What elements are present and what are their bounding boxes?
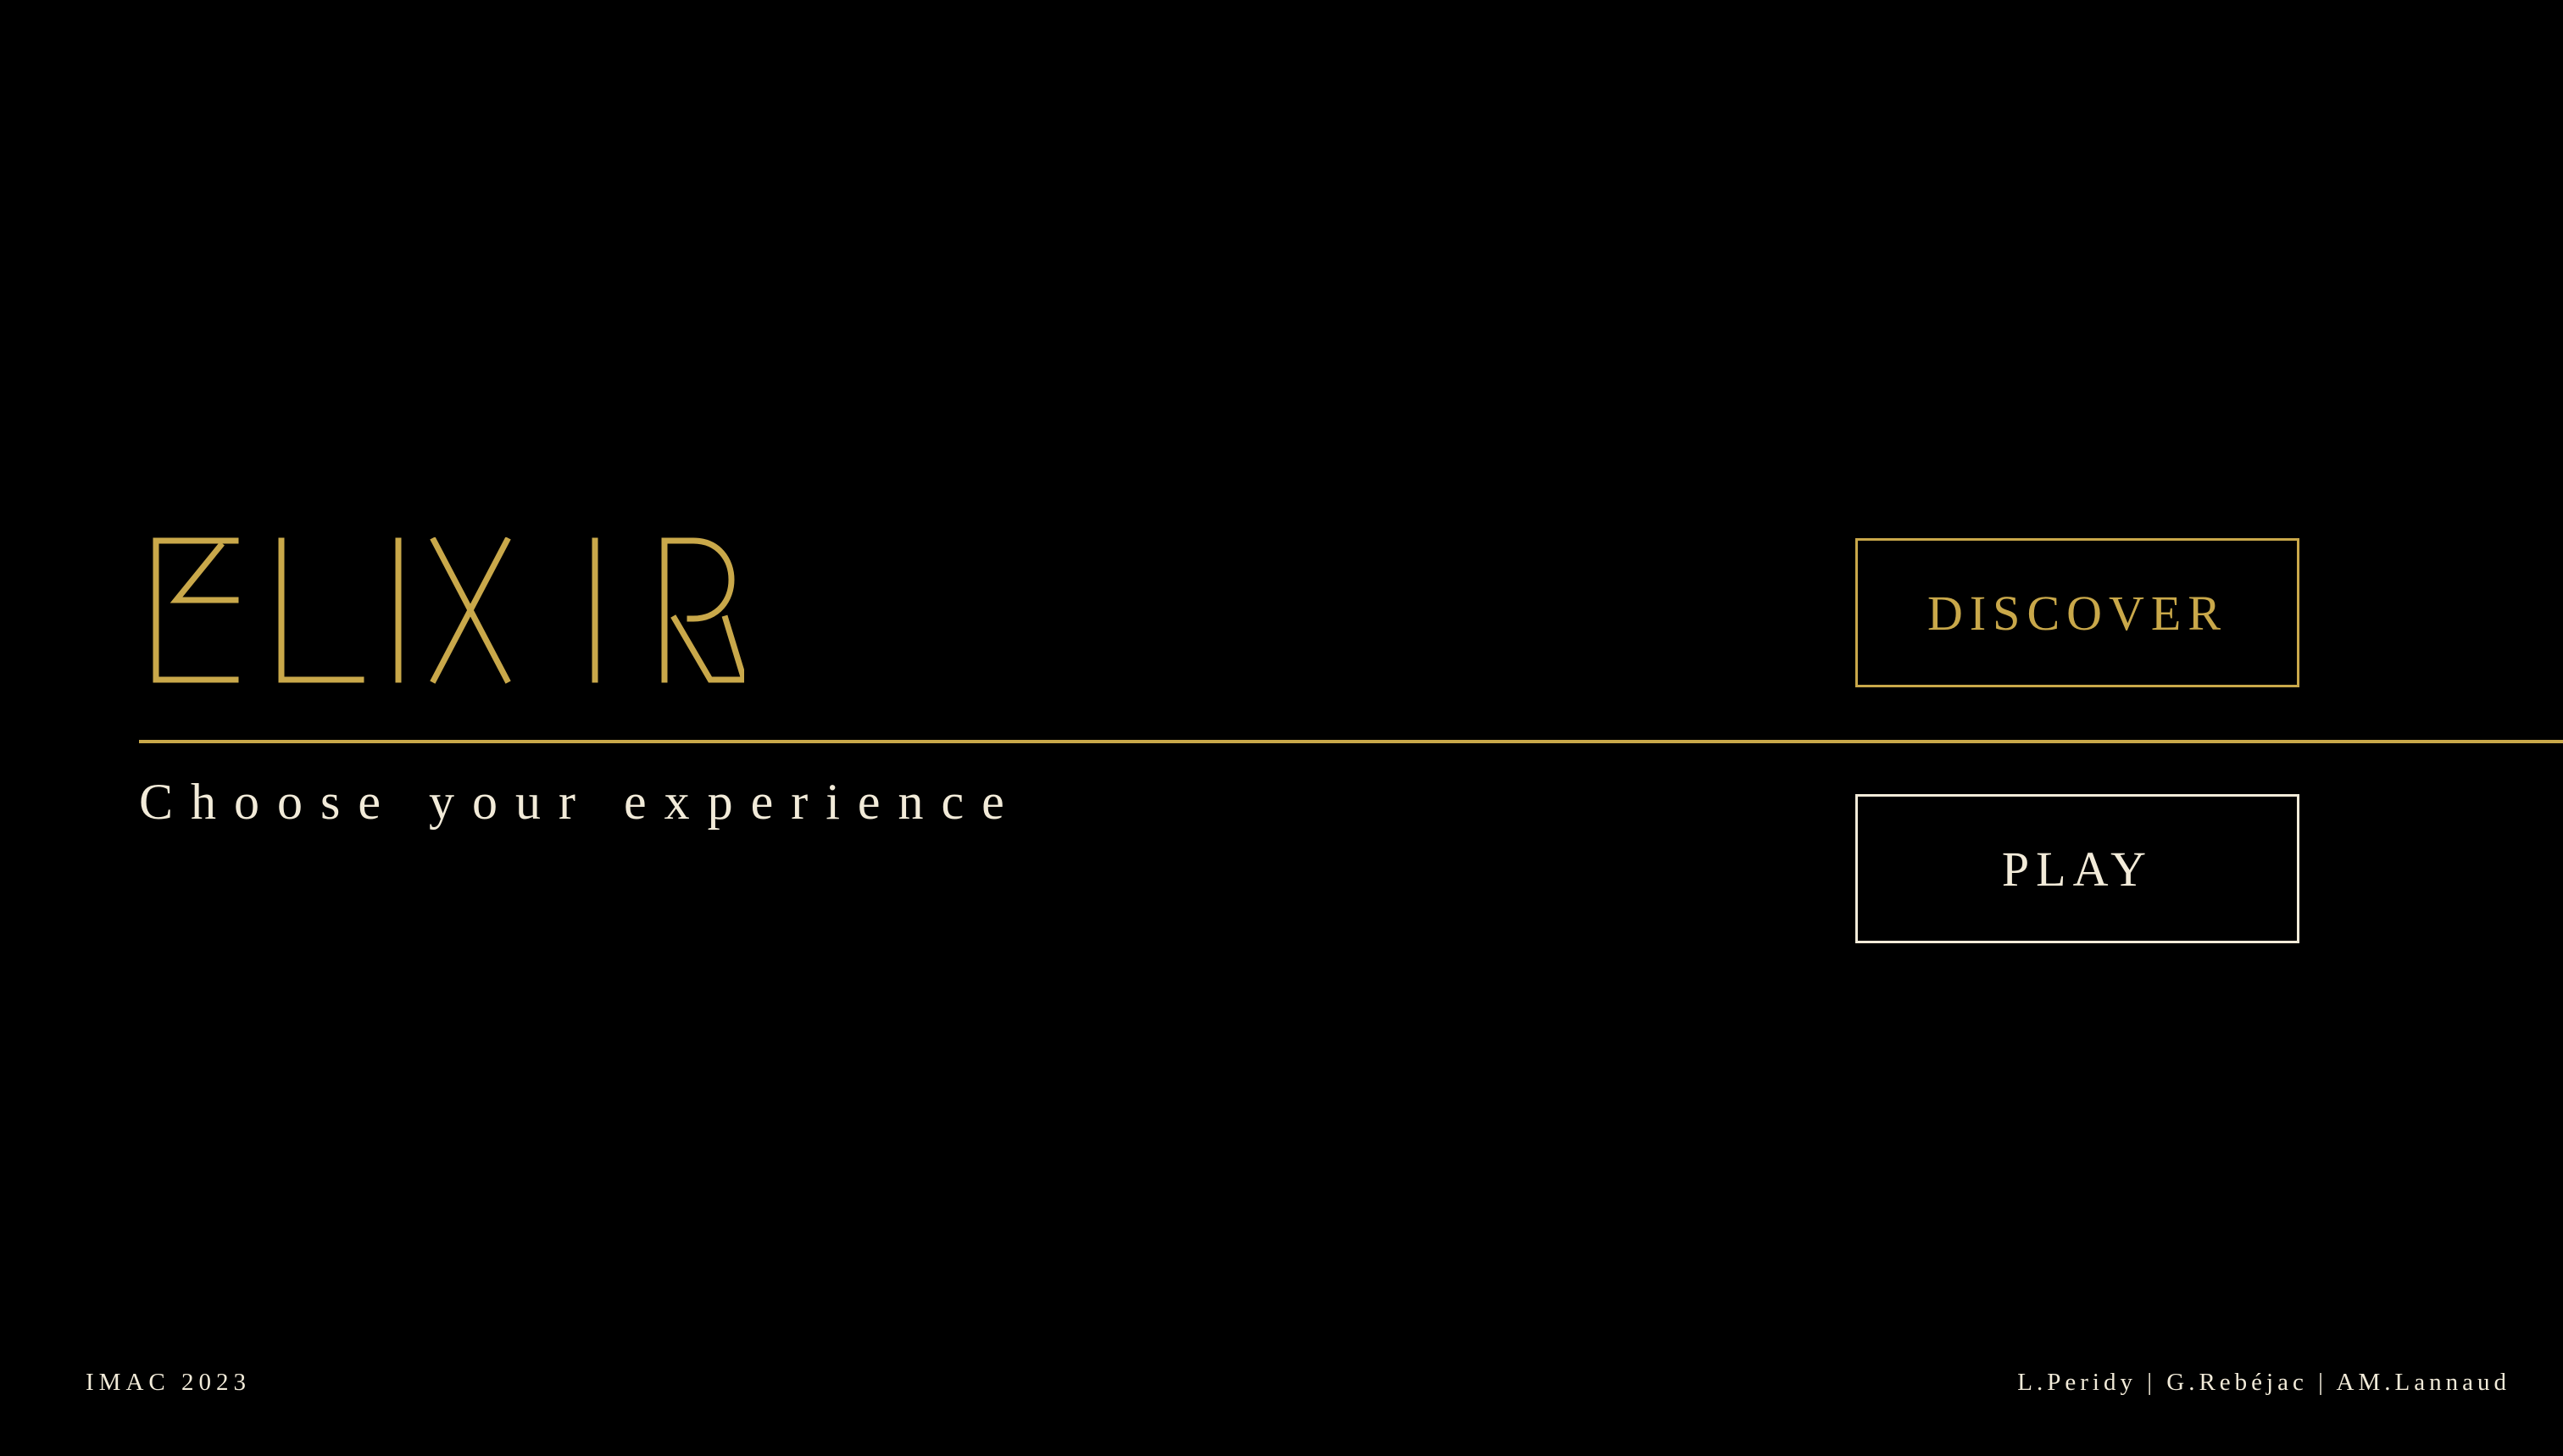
elixir-logo [151, 537, 744, 686]
tagline: Choose your experience [139, 774, 1022, 830]
title-screen: Choose your experience DISCOVER PLAY IMA… [0, 0, 2563, 1456]
play-button[interactable]: PLAY [1855, 794, 2299, 943]
discover-button[interactable]: DISCOVER [1855, 538, 2299, 687]
divider-line [139, 740, 2563, 743]
footer-credits: L.Peridy | G.Rebéjac | AM.Lannaud [2017, 1369, 2510, 1396]
footer-year: IMAC 2023 [86, 1369, 251, 1396]
